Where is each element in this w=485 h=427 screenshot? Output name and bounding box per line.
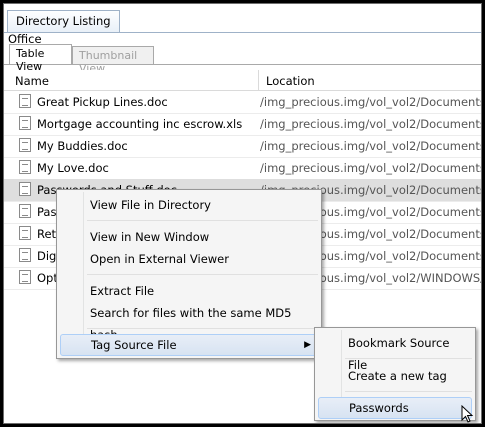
directory-listing-window: Directory Listing Office Table View Thum… <box>3 3 482 424</box>
tab-divider <box>4 32 481 33</box>
column-header-location[interactable]: Location <box>266 74 315 88</box>
menu-item-view-file-in-directory[interactable]: View File in Directory <box>60 194 318 216</box>
menu-item-bookmark-source-file[interactable]: Bookmark Source File <box>318 332 472 372</box>
tab-directory-listing[interactable]: Directory Listing <box>7 10 120 32</box>
menu-item-tag-source-file[interactable]: Tag Source File ▶ <box>60 334 318 356</box>
tab-table-view[interactable]: Table View <box>9 44 72 73</box>
column-separator[interactable] <box>258 70 259 90</box>
menu-item-view-in-new-window[interactable]: View in New Window <box>60 226 318 248</box>
file-name: Opt <box>37 271 58 285</box>
table-row[interactable]: My Love.doc /img_precious.img/vol_vol2/D… <box>4 157 481 180</box>
table-header: Name Location <box>4 70 481 91</box>
menu-separator <box>345 391 472 392</box>
menu-item-create-new-tag[interactable]: Create a new tag <box>318 365 472 387</box>
file-name: My Love.doc <box>37 161 109 175</box>
file-name: Mortgage accounting inc escrow.xls <box>37 117 243 131</box>
document-icon <box>19 270 31 284</box>
document-icon <box>19 204 31 218</box>
document-icon <box>19 160 31 174</box>
table-row[interactable]: My Buddies.doc /img_precious.img/vol_vol… <box>4 135 481 158</box>
menu-separator <box>87 328 318 329</box>
menu-item-extract-file[interactable]: Extract File <box>60 280 318 302</box>
view-tab-divider <box>4 64 481 65</box>
file-location: /img_precious.img/vol_vol2/Documents and… <box>260 139 482 153</box>
table-row[interactable]: Mortgage accounting inc escrow.xls /img_… <box>4 113 481 136</box>
context-menu: View File in Directory View in New Windo… <box>56 189 322 359</box>
file-name: My Buddies.doc <box>37 139 128 153</box>
file-location: /img_precious.img/vol_vol2/Documents and… <box>260 95 482 109</box>
submenu-arrow-icon: ▶ <box>304 340 311 350</box>
menu-item-label: Tag Source File <box>91 338 177 352</box>
file-location: /img_precious.img/vol_vol2/Documents and… <box>260 117 482 131</box>
document-icon <box>19 248 31 262</box>
mouse-cursor-icon <box>461 405 474 423</box>
file-location: /img_precious.img/vol_vol2/Documents and… <box>260 161 482 175</box>
menu-item-open-in-external-viewer[interactable]: Open in External Viewer <box>60 248 318 270</box>
document-icon <box>19 94 31 108</box>
document-icon <box>19 182 31 196</box>
menu-separator <box>345 358 472 359</box>
tab-thumbnail-view[interactable]: Thumbnail View <box>72 46 154 75</box>
column-header-name[interactable]: Name <box>15 74 49 88</box>
document-icon <box>19 138 31 152</box>
menu-item-passwords[interactable]: Passwords <box>318 397 472 419</box>
menu-separator <box>87 274 318 275</box>
document-icon <box>19 226 31 240</box>
table-row[interactable]: Great Pickup Lines.doc /img_precious.img… <box>4 91 481 114</box>
tag-submenu: Bookmark Source File Create a new tag Pa… <box>314 327 476 421</box>
document-icon <box>19 116 31 130</box>
file-name: Great Pickup Lines.doc <box>37 95 168 109</box>
menu-separator <box>87 220 318 221</box>
menu-item-search-md5[interactable]: Search for files with the same MD5 hash <box>60 302 318 342</box>
